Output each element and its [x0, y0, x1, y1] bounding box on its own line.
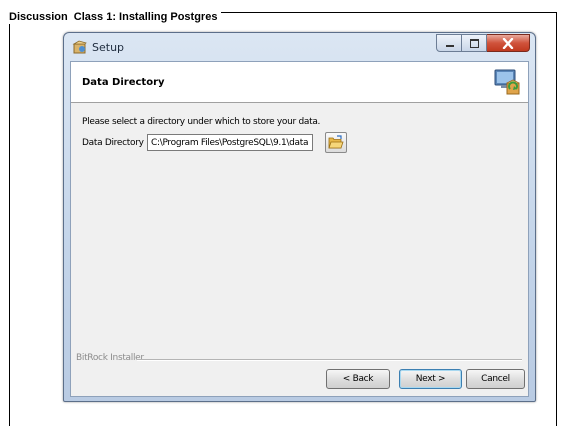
browse-button[interactable] — [325, 132, 347, 153]
setup-icon — [72, 40, 87, 54]
close-button[interactable] — [487, 34, 530, 52]
data-directory-input[interactable] — [147, 134, 313, 151]
maximize-button[interactable] — [462, 34, 487, 52]
next-button[interactable]: Next > — [399, 369, 462, 389]
setup-client-area: Data Directory Please select a directory… — [70, 61, 529, 397]
cancel-button[interactable]: Cancel — [466, 369, 525, 389]
directory-prompt: Please select a directory under which to… — [82, 117, 321, 127]
setup-window: Setup Data Directory Please select a dir… — [63, 32, 536, 402]
window-title: Setup — [92, 41, 125, 54]
page-header: Data Directory — [71, 62, 528, 103]
footer-divider — [137, 359, 522, 361]
installer-brand-label: BitRock Installer — [76, 353, 147, 363]
computer-box-icon — [494, 69, 520, 95]
slide-title: Discussion Class 1: Installing Postgres — [9, 10, 222, 24]
minimize-button[interactable] — [436, 34, 462, 52]
page-title: Data Directory — [82, 77, 165, 88]
caption-buttons — [436, 34, 530, 53]
data-directory-label: Data Directory — [82, 138, 144, 148]
close-icon — [502, 38, 514, 49]
window-titlebar[interactable]: Setup — [64, 33, 535, 61]
folder-open-icon — [328, 135, 344, 149]
back-button[interactable]: < Back — [326, 369, 390, 389]
